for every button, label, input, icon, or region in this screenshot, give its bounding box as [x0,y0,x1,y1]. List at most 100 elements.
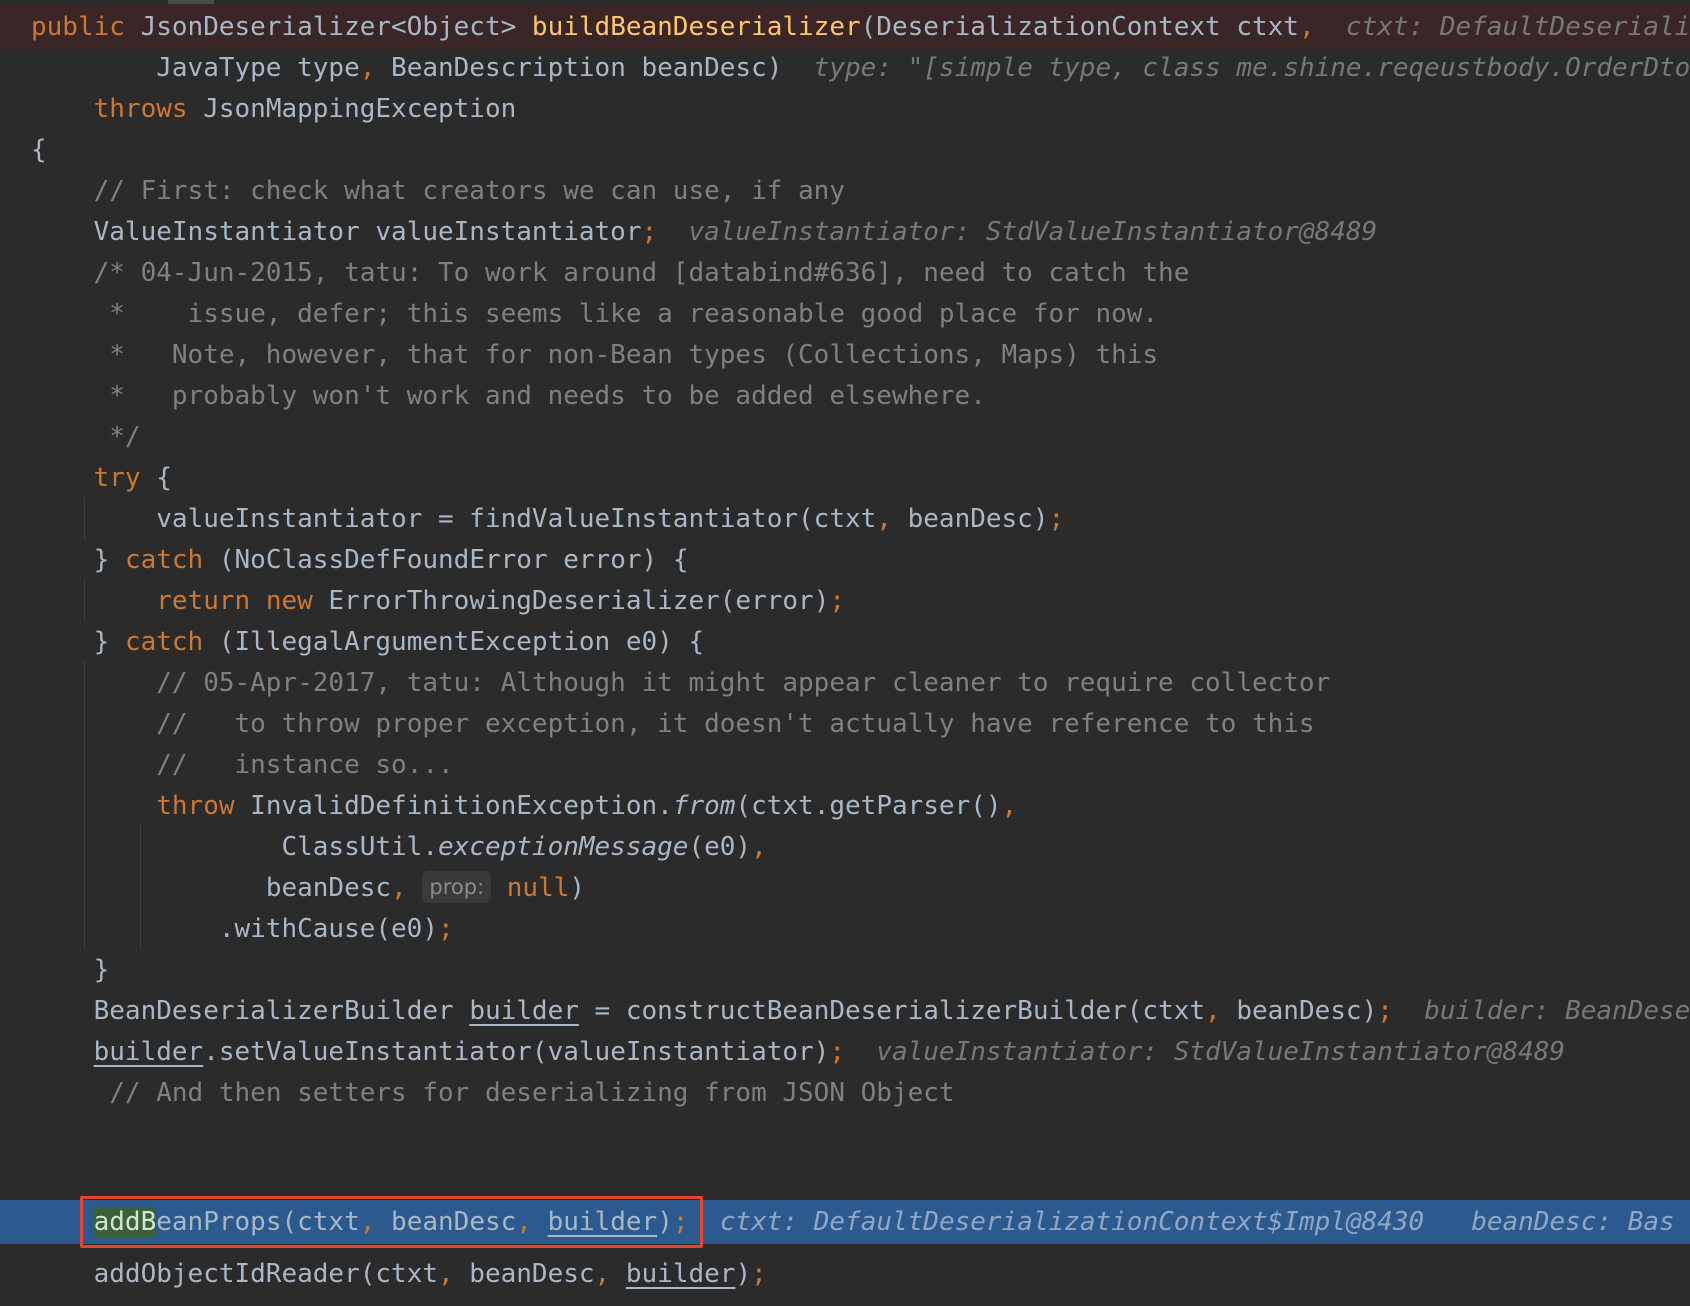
comment: * Note, however, that for non-Bean types… [93,340,1159,370]
code-text: .withCause(e0) [218,914,438,944]
comment: * issue, defer; this seems like a reason… [93,299,1159,329]
brace: } [93,955,110,985]
code-line-26[interactable]: builder.setValueInstantiator(valueInstan… [0,1030,1690,1074]
code-text: ClassUtil. [281,832,438,862]
static-method[interactable]: exceptionMessage [438,832,688,862]
debug-inline-value[interactable]: builder: BeanDese [1424,996,1690,1026]
code-text: JsonMappingException [187,94,517,124]
code-line-1[interactable]: public JsonDeserializer<Object> buildBea… [0,5,1690,49]
params: BeanDescription beanDesc) [375,53,783,83]
code-line-12[interactable]: try { [0,456,1690,500]
code-text: beanDesc [453,1259,595,1289]
code-text: beanDesc) [1220,996,1378,1026]
method-name[interactable]: buildBeanDeserializer [532,12,861,42]
code-text: addObjectIdReader(ctxt [93,1259,438,1289]
code-editor[interactable]: public JsonDeserializer<Object> buildBea… [0,0,1690,1306]
code-line-21[interactable]: ClassUtil.exceptionMessage(e0), [0,825,1690,869]
semicolon: ; [438,914,454,944]
debug-inline-value[interactable]: ctxt: DefaultDeserializationContext$Impl… [720,1207,1424,1237]
keyword: try [93,463,141,493]
comma: , [876,504,892,534]
brace: { [31,135,47,165]
code-line-11[interactable]: */ [0,415,1690,459]
return-type: JsonDeserializer<Object> [140,12,517,42]
code-line-19[interactable]: // instance so... [0,743,1690,787]
code-text: (e0) [688,832,752,862]
variable-builder[interactable]: builder [626,1259,736,1289]
comma: , [391,873,407,903]
code-line-22[interactable]: beanDesc, prop: null) [0,866,1690,910]
comma: , [751,832,767,862]
code-line-7[interactable]: /* 04-Jun-2015, tatu: To work around [da… [0,251,1690,295]
code-line-3[interactable]: throws JsonMappingException [0,87,1690,131]
code-line-16[interactable]: } catch (IllegalArgumentException e0) { [0,620,1690,664]
variable-builder[interactable]: builder [469,996,579,1026]
code-line-4[interactable]: { [0,128,1690,172]
code-line-15[interactable]: return new ErrorThrowingDeserializer(err… [0,579,1690,623]
code-line-10[interactable]: * probably won't work and needs to be ad… [0,374,1690,418]
debug-inline-value[interactable]: beanDesc: Bas [1471,1207,1675,1237]
code-line-27[interactable]: // And then setters for deserializing fr… [0,1071,1690,1115]
debug-inline-value[interactable]: type: "[simple type, class me.shine.reqe… [814,53,1690,83]
code-line-23[interactable]: .withCause(e0); [0,907,1690,951]
horizontal-scroll-thumb[interactable] [168,0,214,4]
keyword: throws [93,94,188,124]
code-text: beanDesc) [891,504,1049,534]
debug-inline-value[interactable]: valueInstantiator: StdValueInstantiator@… [876,1037,1565,1067]
code-line-13[interactable]: valueInstantiator = findValueInstantiato… [0,497,1690,541]
code-text: ) [569,873,586,903]
code-line-25[interactable]: BeanDeserializerBuilder builder = constr… [0,989,1690,1033]
semicolon: ; [1048,504,1065,534]
code-line-24[interactable]: } [0,948,1690,992]
code-text: (ctxt.getParser() [735,791,1002,821]
code-line-8[interactable]: * issue, defer; this seems like a reason… [0,292,1690,336]
code-line-29[interactable]: addObjectIdReader(ctxt, beanDesc, builde… [0,1252,1690,1296]
code-text: (IllegalArgumentException e0) { [203,627,705,657]
debug-inline-value[interactable]: valueInstantiator: StdValueInstantiator@… [688,217,1377,247]
semicolon: ; [1377,996,1393,1026]
code-line-2[interactable]: JavaType type, BeanDescription beanDesc)… [0,46,1690,90]
code-text: ValueInstantiator valueInstantiator [93,217,642,247]
comma: , [359,53,376,83]
semicolon: ; [751,1259,767,1289]
comment: // 05-Apr-2017, tatu: Although it might … [156,668,1331,698]
code-line-14[interactable]: } catch (NoClassDefFoundError error) { [0,538,1690,582]
annotation-highlight-box [80,1196,703,1248]
gutter[interactable] [0,5,28,49]
code-line-20[interactable]: throw InvalidDefinitionException.from(ct… [0,784,1690,828]
params: (DeserializationContext ctxt [860,12,1299,42]
parameter-name-hint: prop: [422,871,492,903]
code-line-18[interactable]: // to throw proper exception, it doesn't… [0,702,1690,746]
debug-inline-value[interactable]: ctxt: DefaultDeseriali [1346,12,1690,42]
code-text: { [140,463,172,493]
code-text: BeanDeserializerBuilder [93,996,470,1026]
comment: // instance so... [156,750,454,780]
code-line-17[interactable]: // 05-Apr-2017, tatu: Although it might … [0,661,1690,705]
comment: // to throw proper exception, it doesn't… [156,709,1315,739]
static-method[interactable]: from [673,791,736,821]
code-text: .setValueInstantiator(valueInstantiator) [203,1037,830,1067]
code-line-6[interactable]: ValueInstantiator valueInstantiator; val… [0,210,1690,254]
keyword: public [31,12,125,42]
code-line-9[interactable]: * Note, however, that for non-Bean types… [0,333,1690,377]
comment: // First: check what creators we can use… [93,176,845,206]
code-line-5[interactable]: // First: check what creators we can use… [0,169,1690,213]
variable-builder[interactable]: builder [94,1037,204,1067]
